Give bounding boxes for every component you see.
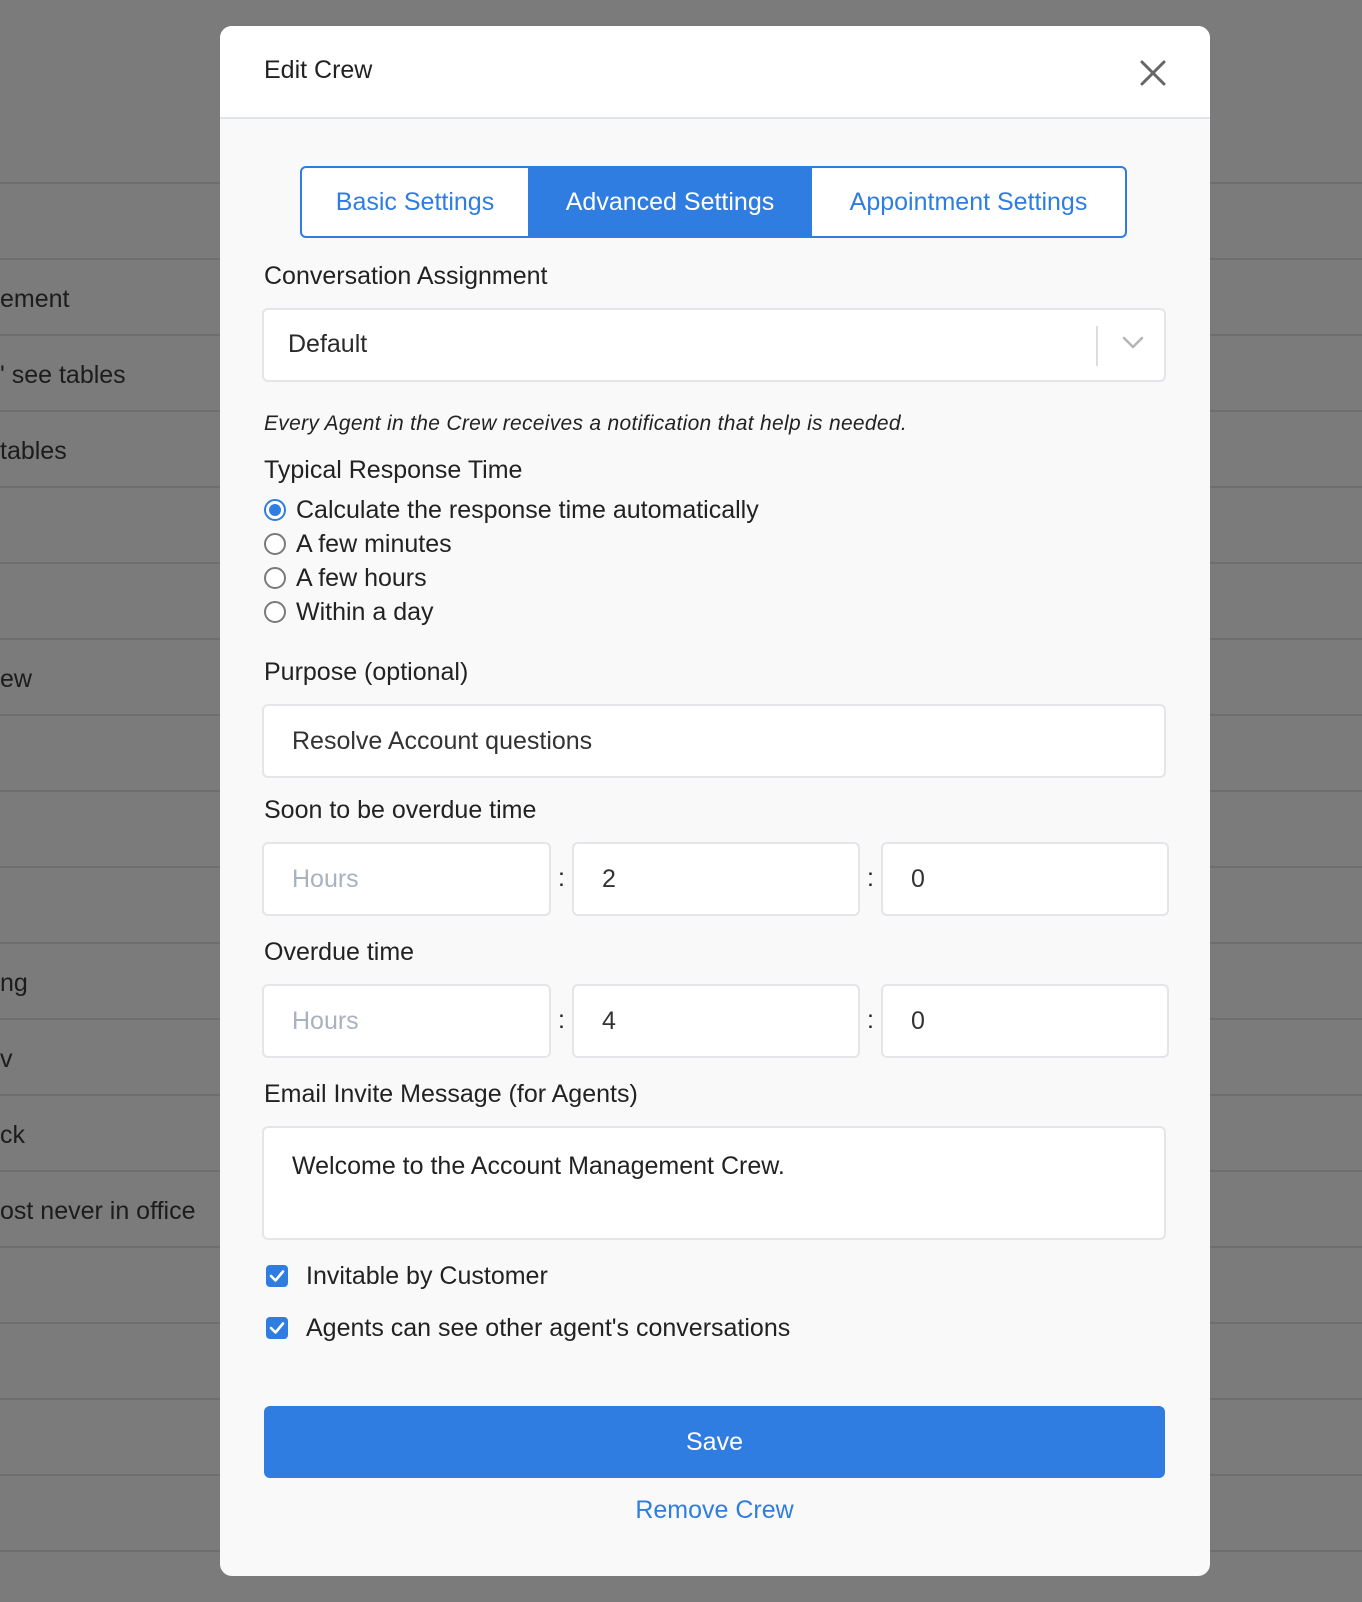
radio-label: Calculate the response time automaticall…	[296, 495, 759, 524]
bg-row-text: ng	[0, 969, 28, 997]
overdue-minutes-input[interactable]	[574, 986, 858, 1056]
soon-overdue-hours-input[interactable]	[264, 844, 549, 914]
tab-basic-settings[interactable]: Basic Settings	[302, 168, 530, 236]
soon-overdue-seconds-input[interactable]	[883, 844, 1167, 914]
bg-row-text: ck	[0, 1121, 25, 1149]
radio-label: A few minutes	[296, 529, 452, 558]
select-divider	[1096, 326, 1098, 366]
chevron-down-icon	[1122, 336, 1144, 349]
soon-overdue-minutes-input[interactable]	[574, 844, 858, 914]
overdue-seconds-field[interactable]	[881, 984, 1169, 1058]
email-invite-textarea[interactable]: Welcome to the Account Management Crew.	[264, 1128, 1164, 1205]
soon-overdue-minutes-field[interactable]	[572, 842, 860, 916]
edit-crew-modal: Edit Crew Basic Settings Advanced Settin…	[220, 26, 1210, 1576]
purpose-input[interactable]	[264, 706, 1164, 776]
check-icon	[269, 1322, 285, 1334]
remove-crew-link[interactable]: Remove Crew	[264, 1496, 1165, 1525]
checkbox-agents-see-conversations[interactable]: Agents can see other agent's conversatio…	[266, 1312, 790, 1344]
radio-label: A few hours	[296, 563, 427, 592]
close-icon	[1140, 60, 1166, 86]
radio-button[interactable]	[264, 533, 286, 555]
purpose-label: Purpose (optional)	[264, 658, 469, 686]
checkbox[interactable]	[266, 1265, 288, 1287]
checkbox-label: Invitable by Customer	[306, 1261, 548, 1290]
radio-label: Within a day	[296, 597, 434, 626]
modal-title: Edit Crew	[264, 56, 373, 84]
email-invite-field[interactable]: Welcome to the Account Management Crew.	[262, 1126, 1166, 1240]
response-time-label: Typical Response Time	[264, 456, 523, 484]
radio-button[interactable]	[264, 567, 286, 589]
save-button[interactable]: Save	[264, 1406, 1165, 1478]
tab-appointment-settings[interactable]: Appointment Settings	[810, 168, 1125, 236]
overdue-label: Overdue time	[264, 938, 415, 966]
conversation-assignment-select[interactable]: Default	[262, 308, 1166, 382]
bg-row-text: ement	[0, 285, 70, 313]
radio-button[interactable]	[264, 601, 286, 623]
checkbox[interactable]	[266, 1317, 288, 1339]
modal-header: Edit Crew	[220, 26, 1210, 119]
time-separator: :	[558, 1006, 565, 1034]
overdue-hours-field[interactable]	[262, 984, 551, 1058]
assignment-hint: Every Agent in the Crew receives a notif…	[264, 412, 907, 435]
radio-option-few-hours[interactable]: A few hours	[264, 562, 427, 594]
bg-row-text: tables	[0, 437, 67, 465]
radio-button[interactable]	[264, 499, 286, 521]
close-button[interactable]	[1136, 56, 1170, 90]
select-value: Default	[288, 330, 368, 358]
conversation-assignment-label: Conversation Assignment	[264, 262, 548, 290]
tab-advanced-settings[interactable]: Advanced Settings	[530, 168, 810, 236]
bg-row-text: v	[0, 1045, 13, 1073]
time-separator: :	[867, 864, 874, 892]
soon-overdue-seconds-field[interactable]	[881, 842, 1169, 916]
time-separator: :	[558, 864, 565, 892]
radio-option-within-day[interactable]: Within a day	[264, 596, 434, 628]
overdue-minutes-field[interactable]	[572, 984, 860, 1058]
check-icon	[269, 1270, 285, 1282]
purpose-field[interactable]	[262, 704, 1166, 778]
overdue-hours-input[interactable]	[264, 986, 549, 1056]
checkbox-invitable-by-customer[interactable]: Invitable by Customer	[266, 1260, 548, 1292]
soon-overdue-label: Soon to be overdue time	[264, 796, 537, 824]
time-separator: :	[867, 1006, 874, 1034]
checkbox-label: Agents can see other agent's conversatio…	[306, 1313, 791, 1342]
bg-row-text: ew	[0, 665, 32, 693]
email-invite-label: Email Invite Message (for Agents)	[264, 1080, 638, 1108]
radio-option-auto[interactable]: Calculate the response time automaticall…	[264, 494, 759, 526]
radio-option-few-minutes[interactable]: A few minutes	[264, 528, 452, 560]
soon-overdue-hours-field[interactable]	[262, 842, 551, 916]
settings-tabs: Basic Settings Advanced Settings Appoint…	[300, 166, 1127, 238]
bg-row-text: ost never in office	[0, 1197, 196, 1225]
bg-row-text: ' see tables	[0, 361, 126, 389]
overdue-seconds-input[interactable]	[883, 986, 1167, 1056]
